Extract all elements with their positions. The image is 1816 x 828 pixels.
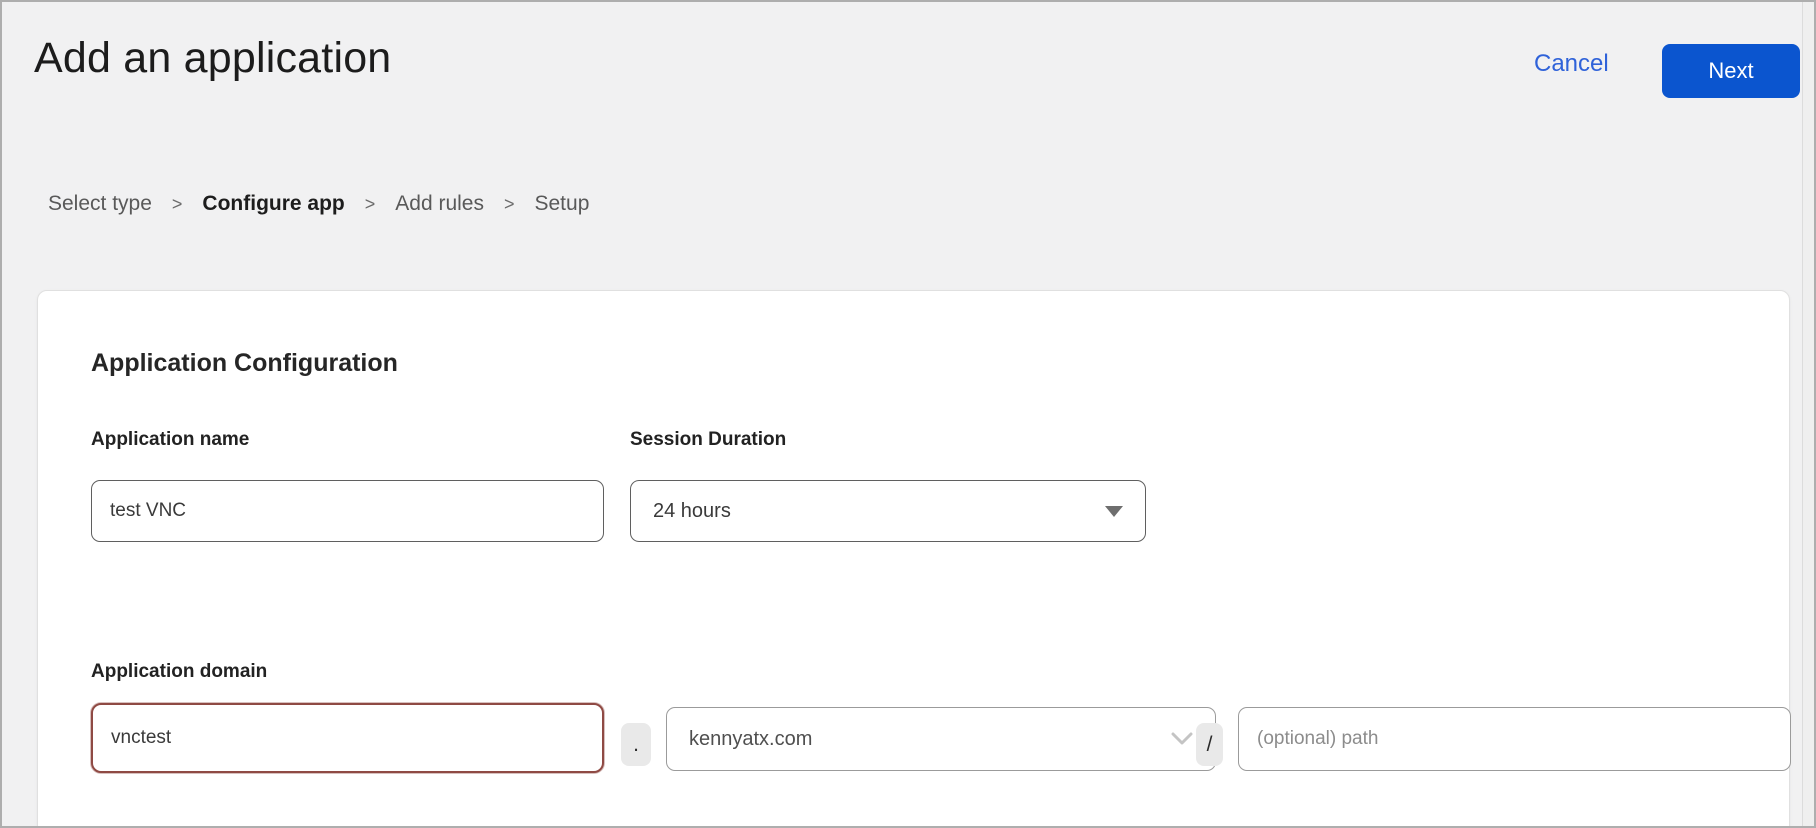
- dot-separator: .: [621, 723, 651, 766]
- step-separator-icon: >: [172, 194, 183, 215]
- wizard-steps: Select type > Configure app > Add rules …: [48, 192, 589, 216]
- application-domain-label: Application domain: [91, 661, 267, 683]
- next-button[interactable]: Next: [1662, 44, 1800, 98]
- session-duration-label: Session Duration: [630, 429, 786, 451]
- add-application-page: Add an application Cancel Next Select ty…: [0, 0, 1816, 828]
- domain-value: kennyatx.com: [689, 728, 812, 751]
- cancel-button[interactable]: Cancel: [1534, 50, 1609, 78]
- session-duration-select[interactable]: 24 hours: [630, 480, 1146, 542]
- section-title: Application Configuration: [91, 349, 398, 378]
- dropdown-caret-icon: [1105, 506, 1123, 517]
- application-name-input[interactable]: [91, 480, 604, 542]
- step-configure-app[interactable]: Configure app: [202, 192, 344, 216]
- page-title: Add an application: [34, 34, 391, 83]
- chevron-down-icon: [1171, 732, 1193, 746]
- subdomain-input[interactable]: [91, 703, 604, 773]
- domain-select[interactable]: kennyatx.com: [666, 707, 1216, 771]
- application-name-label: Application name: [91, 429, 249, 451]
- application-configuration-card: Application Configuration Application na…: [37, 290, 1790, 828]
- step-separator-icon: >: [365, 194, 376, 215]
- session-duration-value: 24 hours: [653, 500, 731, 523]
- step-select-type[interactable]: Select type: [48, 192, 152, 216]
- step-separator-icon: >: [504, 194, 515, 215]
- scrollbar[interactable]: [1802, 2, 1814, 826]
- step-add-rules[interactable]: Add rules: [395, 192, 484, 216]
- path-input[interactable]: [1238, 707, 1791, 771]
- step-setup[interactable]: Setup: [535, 192, 590, 216]
- slash-separator: /: [1196, 723, 1223, 766]
